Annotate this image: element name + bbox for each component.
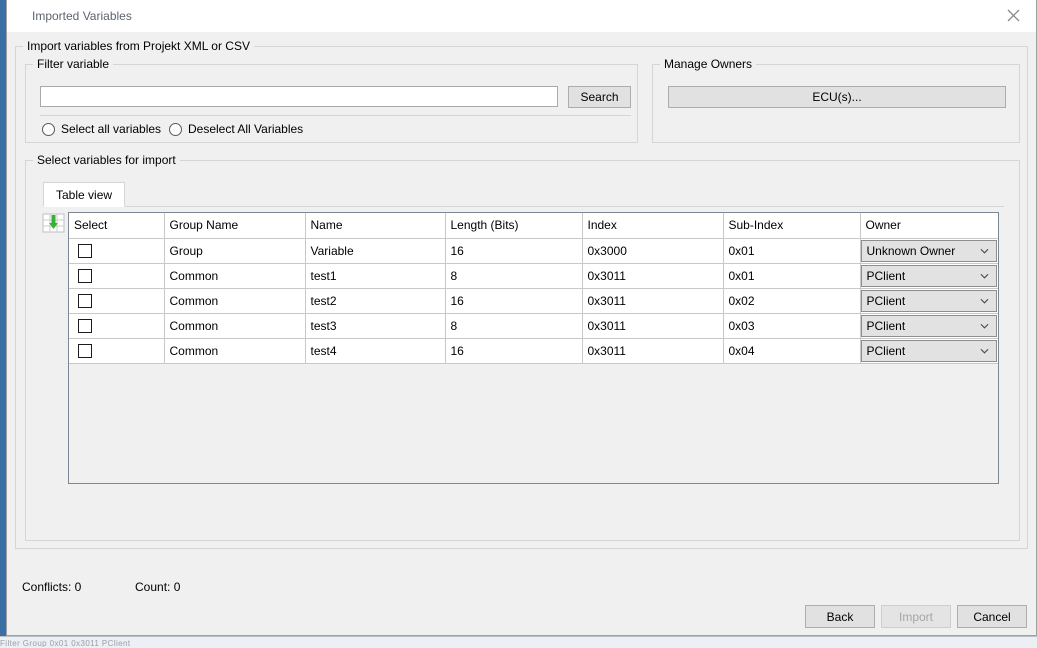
filter-variable-group: Filter variable Search Select all variab… (25, 64, 638, 143)
cell-index[interactable]: 0x3000 (582, 238, 723, 263)
status-count: Count: 0 (135, 580, 180, 594)
radio-select-all-label: Select all variables (61, 122, 161, 136)
row-checkbox[interactable] (78, 244, 92, 258)
column-header-sub-index[interactable]: Sub-Index (723, 213, 860, 238)
cell-name[interactable]: test1 (305, 263, 445, 288)
table-row[interactable]: Commontest2160x30110x02 PClient (69, 288, 998, 313)
column-header-group-name[interactable]: Group Name (164, 213, 305, 238)
dialog-title: Imported Variables (32, 9, 132, 23)
imported-variables-dialog: Imported Variables Import variables from… (6, 0, 1037, 636)
cell-sub-index[interactable]: 0x02 (723, 288, 860, 313)
cell-select[interactable] (69, 238, 164, 263)
cell-group-name[interactable]: Common (164, 288, 305, 313)
search-input[interactable] (40, 86, 558, 107)
row-checkbox[interactable] (78, 294, 92, 308)
owner-dropdown-value: PClient (867, 344, 906, 358)
row-checkbox[interactable] (78, 344, 92, 358)
tabstrip: Table view (43, 182, 1004, 207)
column-header-name[interactable]: Name (305, 213, 445, 238)
cell-select[interactable] (69, 263, 164, 288)
owner-dropdown-value: PClient (867, 269, 906, 283)
cell-group-name[interactable]: Group (164, 238, 305, 263)
cell-owner[interactable]: PClient (860, 338, 998, 363)
cell-length[interactable]: 8 (445, 263, 582, 288)
table-row[interactable]: Commontest180x30110x01 PClient (69, 263, 998, 288)
variables-table: Select Group Name Name Length (Bits) Ind… (69, 213, 998, 364)
row-checkbox[interactable] (78, 319, 92, 333)
radio-circle-icon (42, 123, 55, 136)
owner-dropdown[interactable]: PClient (861, 315, 998, 337)
import-button[interactable]: Import (881, 605, 951, 628)
cell-name[interactable]: test4 (305, 338, 445, 363)
back-button[interactable]: Back (805, 605, 875, 628)
cell-sub-index[interactable]: 0x04 (723, 338, 860, 363)
column-header-length[interactable]: Length (Bits) (445, 213, 582, 238)
column-header-select[interactable]: Select (69, 213, 164, 238)
column-header-owner[interactable]: Owner (860, 213, 998, 238)
owner-dropdown-value: Unknown Owner (867, 244, 956, 258)
cell-index[interactable]: 0x3011 (582, 338, 723, 363)
grid-import-icon[interactable] (42, 212, 65, 235)
status-conflicts: Conflicts: 0 (22, 580, 81, 594)
cell-group-name[interactable]: Common (164, 263, 305, 288)
cell-sub-index[interactable]: 0x03 (723, 313, 860, 338)
select-variables-group: Select variables for import Table view (25, 160, 1020, 541)
manage-owners-group: Manage Owners ECU(s)... (652, 64, 1020, 143)
cell-owner[interactable]: Unknown Owner (860, 238, 998, 263)
radio-deselect-all-variables[interactable]: Deselect All Variables (169, 122, 303, 136)
owner-dropdown-value: PClient (867, 319, 906, 333)
search-button[interactable]: Search (568, 86, 631, 108)
row-checkbox[interactable] (78, 269, 92, 283)
filter-variable-group-label: Filter variable (33, 57, 113, 71)
radio-select-all-variables[interactable]: Select all variables (42, 122, 161, 136)
table-row[interactable]: GroupVariable160x30000x01 Unknown Owner (69, 238, 998, 263)
table-row[interactable]: Commontest4160x30110x04 PClient (69, 338, 998, 363)
owner-dropdown[interactable]: Unknown Owner (861, 240, 998, 262)
cell-owner[interactable]: PClient (860, 263, 998, 288)
cell-group-name[interactable]: Common (164, 338, 305, 363)
cell-length[interactable]: 16 (445, 288, 582, 313)
table-body: GroupVariable160x30000x01Unknown OwnerCo… (69, 238, 998, 363)
select-variables-group-label: Select variables for import (33, 153, 180, 167)
manage-owners-group-label: Manage Owners (660, 57, 756, 71)
cell-select[interactable] (69, 338, 164, 363)
background-bottom-text: Filter Group 0x01 0x3011 PClient (0, 639, 1037, 647)
owner-dropdown[interactable]: PClient (861, 290, 998, 312)
cell-sub-index[interactable]: 0x01 (723, 238, 860, 263)
cell-group-name[interactable]: Common (164, 313, 305, 338)
cell-index[interactable]: 0x3011 (582, 313, 723, 338)
cell-name[interactable]: test3 (305, 313, 445, 338)
filter-divider (40, 115, 631, 116)
owner-dropdown[interactable]: PClient (861, 340, 998, 362)
dialog-titlebar: Imported Variables (7, 0, 1036, 33)
close-icon[interactable] (990, 0, 1036, 31)
cell-length[interactable]: 16 (445, 338, 582, 363)
radio-circle-icon (169, 123, 182, 136)
cell-index[interactable]: 0x3011 (582, 263, 723, 288)
column-header-index[interactable]: Index (582, 213, 723, 238)
owner-dropdown-value: PClient (867, 294, 906, 308)
ecus-button[interactable]: ECU(s)... (668, 86, 1006, 108)
cell-name[interactable]: test2 (305, 288, 445, 313)
import-variables-group-label: Import variables from Projekt XML or CSV (23, 39, 254, 53)
owner-dropdown[interactable]: PClient (861, 265, 998, 287)
cell-index[interactable]: 0x3011 (582, 288, 723, 313)
cell-owner[interactable]: PClient (860, 288, 998, 313)
cell-select[interactable] (69, 288, 164, 313)
cancel-button[interactable]: Cancel (957, 605, 1027, 628)
cell-sub-index[interactable]: 0x01 (723, 263, 860, 288)
cell-name[interactable]: Variable (305, 238, 445, 263)
table-header-row: Select Group Name Name Length (Bits) Ind… (69, 213, 998, 238)
radio-deselect-all-label: Deselect All Variables (188, 122, 303, 136)
cell-length[interactable]: 16 (445, 238, 582, 263)
variables-table-panel[interactable]: Select Group Name Name Length (Bits) Ind… (68, 212, 999, 484)
tab-table-view[interactable]: Table view (43, 182, 125, 207)
cell-owner[interactable]: PClient (860, 313, 998, 338)
cell-length[interactable]: 8 (445, 313, 582, 338)
cell-select[interactable] (69, 313, 164, 338)
table-row[interactable]: Commontest380x30110x03 PClient (69, 313, 998, 338)
